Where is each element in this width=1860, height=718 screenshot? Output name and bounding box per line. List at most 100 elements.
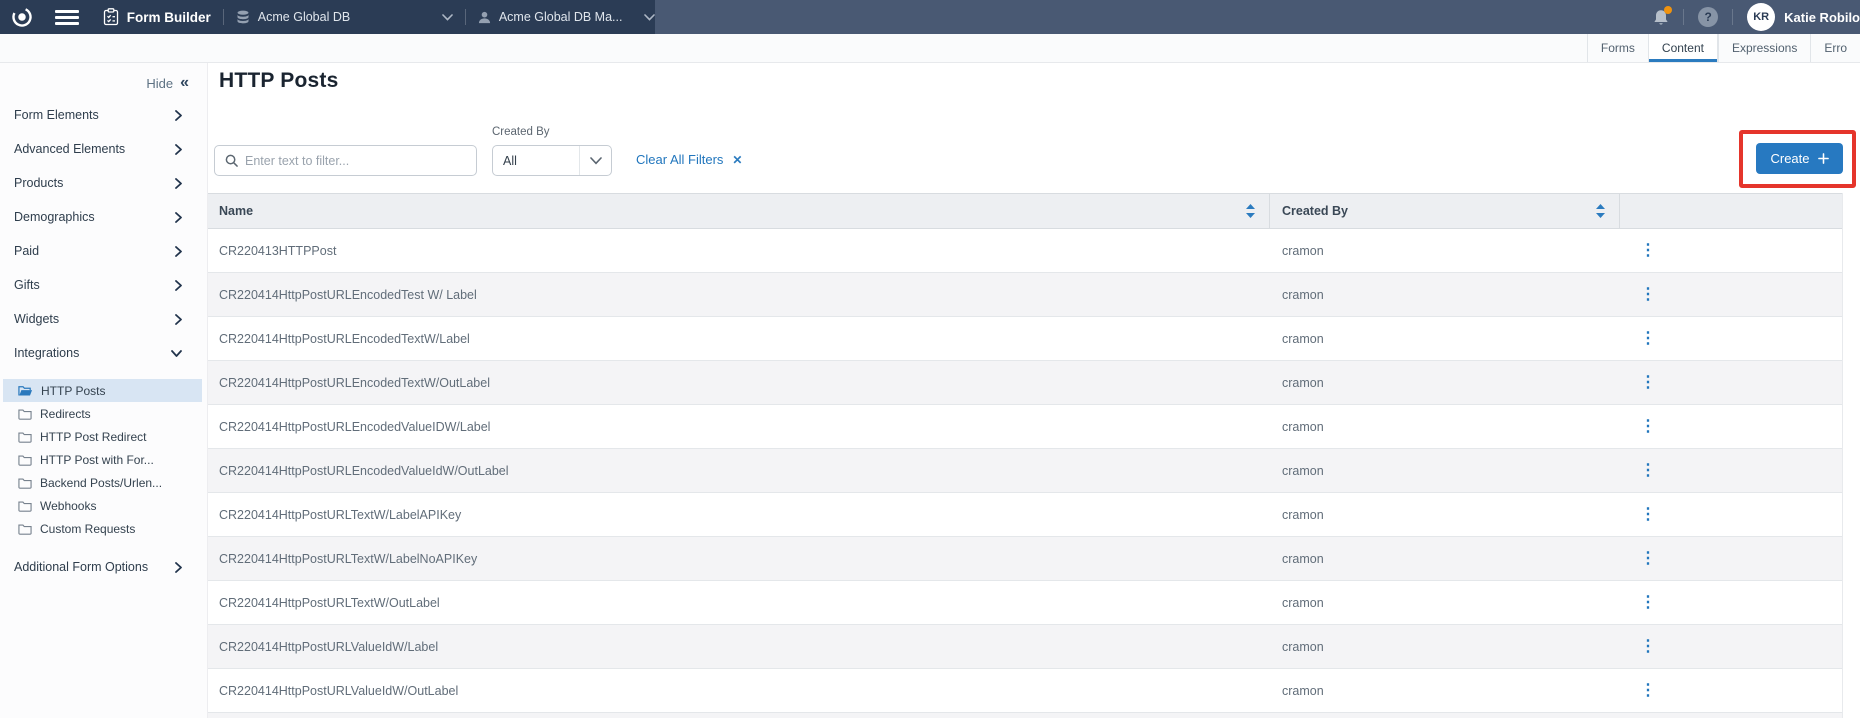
chevron-down-icon [644, 14, 655, 21]
sidebar-item-backend-posts-urlen[interactable]: Backend Posts/Urlen... [3, 471, 202, 494]
sidebar-item-widgets[interactable]: Widgets [0, 302, 207, 336]
row-menu-icon[interactable]: ⋮ [1640, 595, 1656, 611]
app-title-group: Form Builder [103, 8, 211, 26]
sidebar-item-additional-form-options[interactable]: Additional Form Options [0, 550, 207, 584]
clear-all-filters-link[interactable]: Clear All Filters ✕ [636, 152, 742, 167]
help-icon[interactable]: ? [1698, 7, 1718, 27]
sidebar-item-gifts[interactable]: Gifts [0, 268, 207, 302]
hide-sidebar-button[interactable]: Hide « [0, 63, 207, 91]
folder-icon [18, 431, 32, 443]
sidebar-item-http-post-redirect[interactable]: HTTP Post Redirect [3, 425, 202, 448]
cell-name: CR220414HttpPostURLValueIdW/Label [208, 640, 1270, 654]
audience-selector[interactable]: Acme Global DB Ma... [478, 10, 655, 24]
folder-icon [18, 477, 32, 489]
filter-search-input[interactable] [245, 154, 466, 168]
cell-actions: ⋮ [1620, 243, 1842, 259]
row-menu-icon[interactable]: ⋮ [1640, 331, 1656, 347]
main-content: HTTP Posts Created By All Clear All Filt… [207, 63, 1860, 718]
cell-actions: ⋮ [1620, 595, 1842, 611]
user-avatar[interactable]: KR [1747, 3, 1775, 31]
cell-created-by: cramon [1270, 244, 1620, 258]
create-button-label: Create [1770, 151, 1809, 166]
row-menu-icon[interactable]: ⋮ [1640, 287, 1656, 303]
cell-actions: ⋮ [1620, 287, 1842, 303]
sidebar-item-integrations[interactable]: Integrations [0, 336, 207, 370]
table-row[interactable]: CR220413HTTPPostcramon⋮ [208, 229, 1842, 273]
table-row[interactable]: CR220414HttpPostURLEncodedTextW/OutLabel… [208, 361, 1842, 405]
tab-forms[interactable]: Forms [1587, 34, 1648, 62]
sidebar-item-webhooks[interactable]: Webhooks [3, 494, 202, 517]
cell-actions: ⋮ [1620, 639, 1842, 655]
notifications-bell-icon[interactable] [1653, 9, 1669, 26]
sidebar-item-redirects[interactable]: Redirects [3, 402, 202, 425]
chevron-right-icon [175, 314, 182, 325]
column-header-actions [1620, 194, 1842, 228]
navbar-divider [465, 9, 466, 25]
navbar-divider [223, 9, 224, 25]
sidebar-sections: Form Elements Advanced ElementsProductsDe… [0, 98, 207, 370]
row-menu-icon[interactable]: ⋮ [1640, 551, 1656, 567]
chevron-right-icon [175, 562, 182, 573]
hamburger-menu-icon[interactable] [55, 10, 79, 25]
table-row[interactable]: CR220414HttpPostURLTextW/LabelNoAPIKeycr… [208, 537, 1842, 581]
chevron-down-icon [171, 350, 182, 357]
column-header-label: Name [219, 204, 253, 218]
tab-expressions[interactable]: Expressions [1718, 34, 1810, 62]
cell-name: CR220414HttpPostURLEncodedTextW/Label [208, 332, 1270, 346]
integrations-children: HTTP Posts RedirectsHTTP Post RedirectHTT… [0, 379, 207, 540]
user-name[interactable]: Katie Robilo [1784, 10, 1860, 25]
sidebar-item-demographics[interactable]: Demographics [0, 200, 207, 234]
sidebar-item-http-post-with-for[interactable]: HTTP Post with For... [3, 448, 202, 471]
table-row[interactable]: CR220414HttpPostURLTextW/LabelAPIKeycram… [208, 493, 1842, 537]
cell-created-by: cramon [1270, 288, 1620, 302]
table-row[interactable]: CR220414HttpPostURLValueIdW/Labelcramon⋮ [208, 625, 1842, 669]
sidebar-item-label: Webhooks [40, 499, 96, 513]
database-icon [236, 10, 250, 24]
sidebar-item-label: Form Elements [14, 108, 99, 122]
sidebar-item-paid[interactable]: Paid [0, 234, 207, 268]
row-menu-icon[interactable]: ⋮ [1640, 463, 1656, 479]
table-row[interactable]: CR220414HttpPostURLTextW/OutLabelcramon⋮ [208, 581, 1842, 625]
sidebar-item-products[interactable]: Products [0, 166, 207, 200]
create-button[interactable]: Create [1756, 143, 1843, 174]
tab-erro[interactable]: Erro [1810, 34, 1860, 62]
row-menu-icon[interactable]: ⋮ [1640, 243, 1656, 259]
table-row[interactable]: CR220414HttpPostURLEncodedTest W/ Labelc… [208, 273, 1842, 317]
sidebar-item-label: Paid [14, 244, 39, 258]
table-row[interactable]: CR220414HttpPostURLEncodedValueIDW/Label… [208, 405, 1842, 449]
row-menu-icon[interactable]: ⋮ [1640, 683, 1656, 699]
sort-icon[interactable] [1596, 204, 1605, 218]
sidebar-item-label: Additional Form Options [14, 560, 148, 574]
table-row[interactable]: CR220414HttpPostURLEncodedTextW/Labelcra… [208, 317, 1842, 361]
app-logo-icon[interactable] [9, 6, 35, 28]
table-row[interactable]: CR220414HttpPostURLValueIdW/OutLabelcram… [208, 669, 1842, 713]
app-title: Form Builder [127, 10, 211, 25]
column-header-created-by[interactable]: Created By [1270, 194, 1620, 228]
cell-name: CR220414HttpPostURLTextW/OutLabel [208, 596, 1270, 610]
chevron-down-icon [442, 14, 453, 21]
sidebar-item-form-elements[interactable]: Form Elements [0, 98, 207, 132]
cell-name: CR220414HttpPostURLEncodedValueIDW/Label [208, 420, 1270, 434]
tab-content[interactable]: Content [1648, 34, 1718, 62]
cell-actions: ⋮ [1620, 551, 1842, 567]
cell-actions: ⋮ [1620, 331, 1842, 347]
navbar-left-section: Form Builder Acme Global DB Acme Global [0, 0, 655, 34]
chevron-right-icon [175, 280, 182, 291]
row-menu-icon[interactable]: ⋮ [1640, 375, 1656, 391]
created-by-select[interactable]: All [492, 145, 612, 176]
sort-icon[interactable] [1246, 204, 1255, 218]
cell-name: CR220414HttpPostURLEncodedTest W/ Label [208, 288, 1270, 302]
row-menu-icon[interactable]: ⋮ [1640, 419, 1656, 435]
folder-icon [18, 523, 32, 535]
sidebar-item-label: HTTP Posts [41, 384, 105, 398]
search-icon [225, 154, 238, 167]
row-menu-icon[interactable]: ⋮ [1640, 639, 1656, 655]
filter-search-box [214, 145, 477, 176]
column-header-name[interactable]: Name [208, 194, 1270, 228]
database-selector[interactable]: Acme Global DB [236, 10, 453, 24]
table-row[interactable]: CR220414HttpPostURLEncodedValueIdW/OutLa… [208, 449, 1842, 493]
sidebar-item-http-posts[interactable]: HTTP Posts [3, 379, 202, 402]
sidebar-item-advanced-elements[interactable]: Advanced Elements [0, 132, 207, 166]
row-menu-icon[interactable]: ⋮ [1640, 507, 1656, 523]
sidebar-item-custom-requests[interactable]: Custom Requests [3, 517, 202, 540]
